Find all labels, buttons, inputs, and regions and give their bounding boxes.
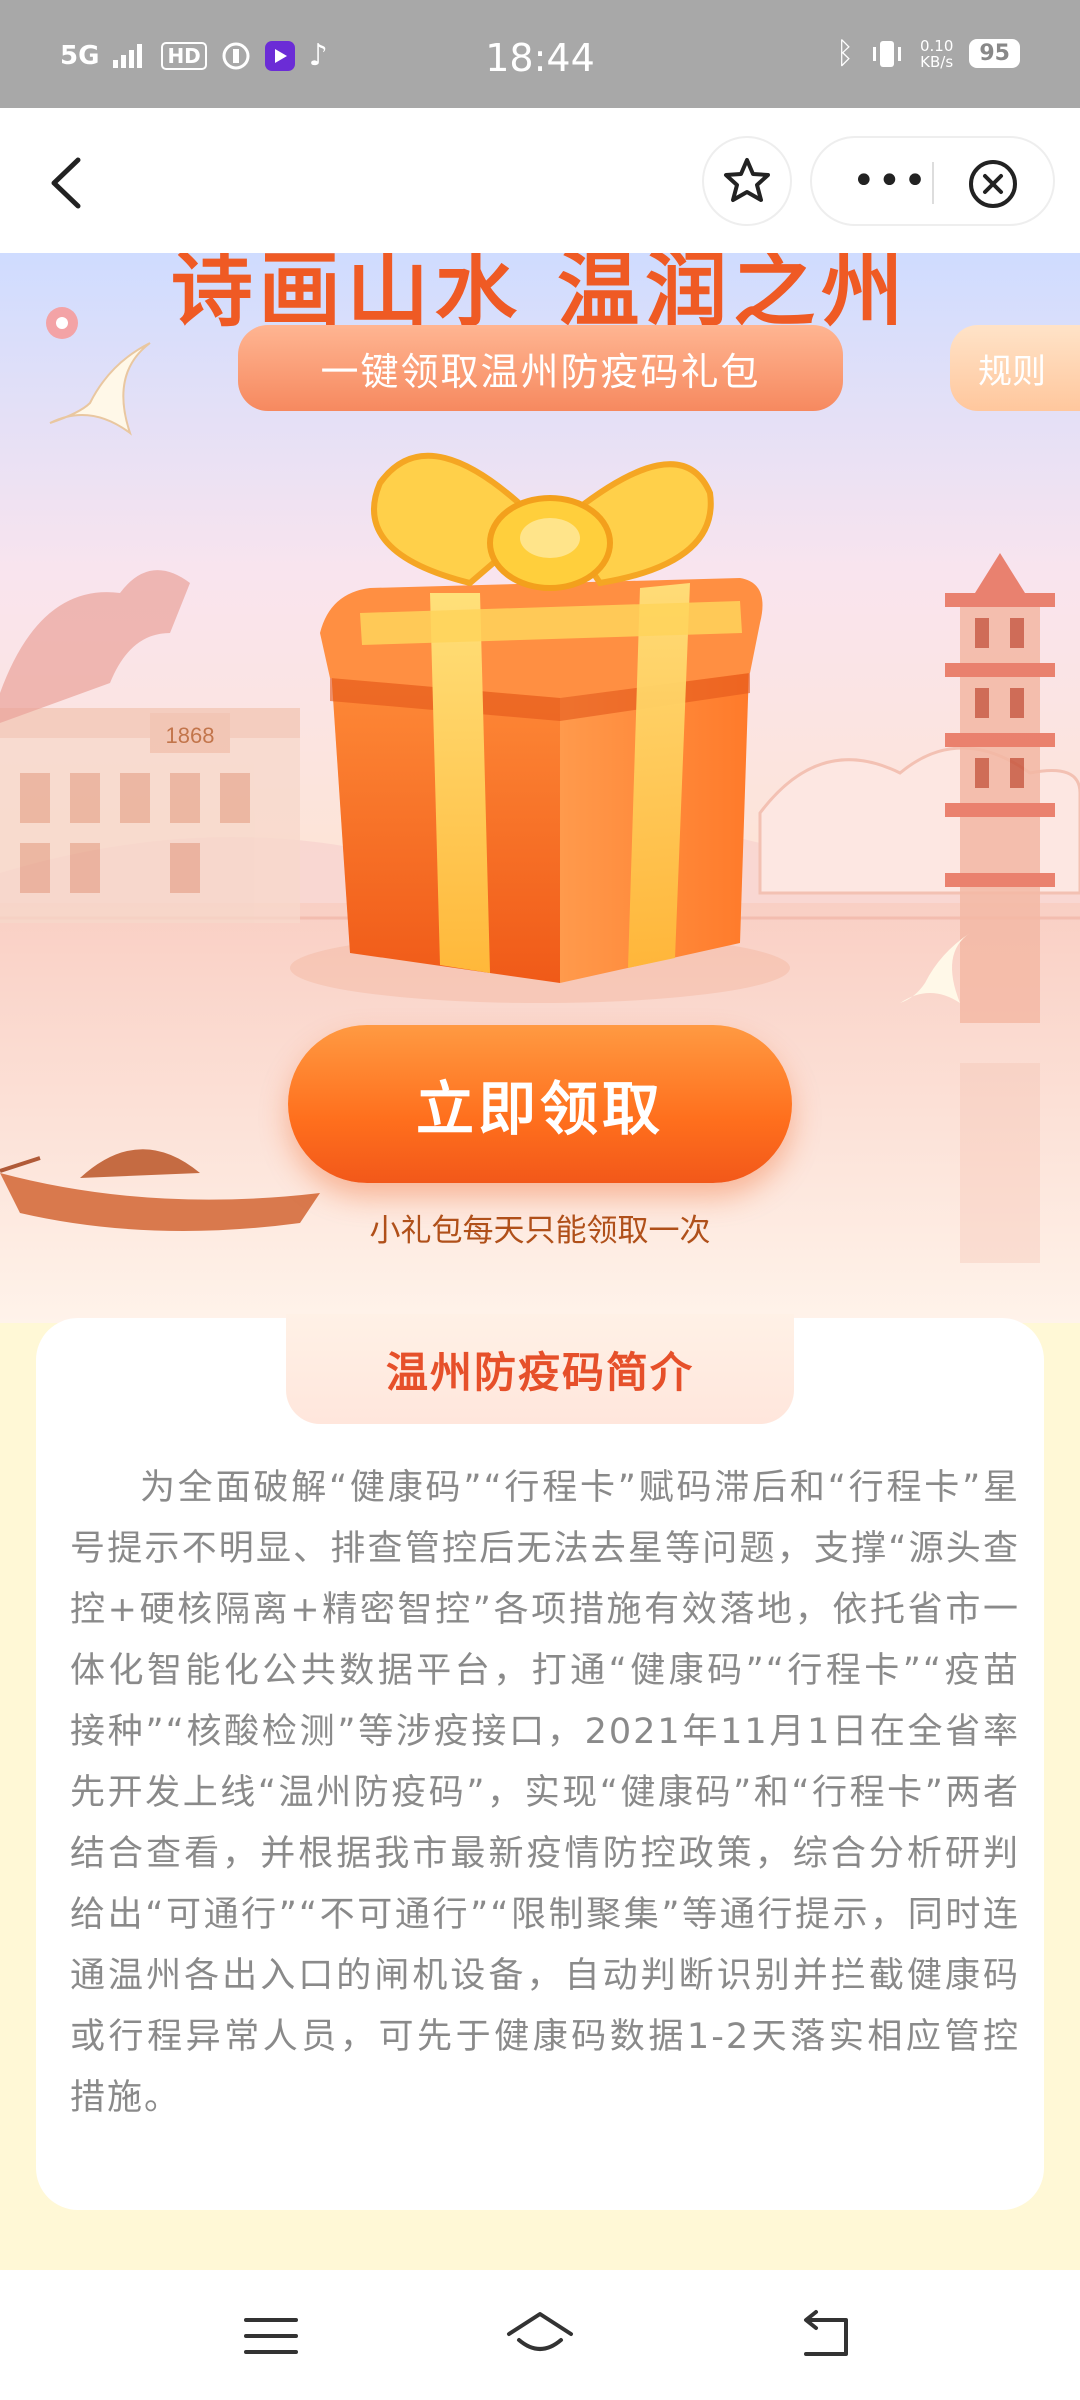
network-speed: 0.10 KB/s [919,36,954,71]
close-button[interactable] [967,158,1019,214]
hero-section: 1868 诗画山水 温润之州 一键领取温州防疫码礼包 规则 立即领取 小礼包每天… [0,253,1080,1323]
close-circle-icon [969,160,1017,208]
more-dots-icon[interactable]: ••• [852,161,929,201]
nav-bar: ••• [0,108,1080,253]
capsule-divider [932,162,934,204]
bird-illustration [49,342,151,436]
favorite-button[interactable] [702,136,792,226]
return-button[interactable] [790,2306,860,2366]
intro-card: 温州防疫码简介 为全面破解“健康码”“行程卡”赋码滞后和“行程卡”星号提示不明显… [36,1314,1044,2210]
claim-note: 小礼包每天只能领取一次 [369,1213,711,1249]
gift-banner: 一键领取温州防疫码礼包 [238,325,843,411]
building-illustration: 1868 [0,708,300,923]
back-button[interactable] [40,148,100,218]
rules-button[interactable]: 规则 [950,325,1080,411]
mini-program-capsule: ••• [810,136,1055,226]
claim-now-button[interactable]: 立即领取 [288,1025,792,1183]
vibrate-icon [872,40,901,67]
star-icon [724,158,770,202]
intro-title: 温州防疫码简介 [286,1314,794,1424]
gift-box-illustration [290,452,790,1003]
system-nav-bar [0,2270,1080,2400]
home-button[interactable] [505,2306,575,2366]
chevron-left-icon [51,157,81,209]
status-bar: 5G HD ♪ 18:44 ᛒ 0.10 KB/s 95 [0,0,1080,108]
home-icon [507,2312,573,2351]
status-right: ᛒ 0.10 KB/s 95 [836,36,1020,71]
battery-indicator: 95 [969,39,1020,68]
intro-body: 为全面破解“健康码”“行程卡”赋码滞后和“行程卡”星号提示不明显、排查管控后无法… [70,1468,1020,2118]
menu-icon [244,2318,298,2354]
pagoda-illustration [945,553,1055,1023]
bluetooth-icon: ᛒ [835,36,854,71]
menu-button[interactable] [236,2306,306,2366]
building-sign: 1868 [166,723,215,748]
return-icon [804,2310,848,2356]
